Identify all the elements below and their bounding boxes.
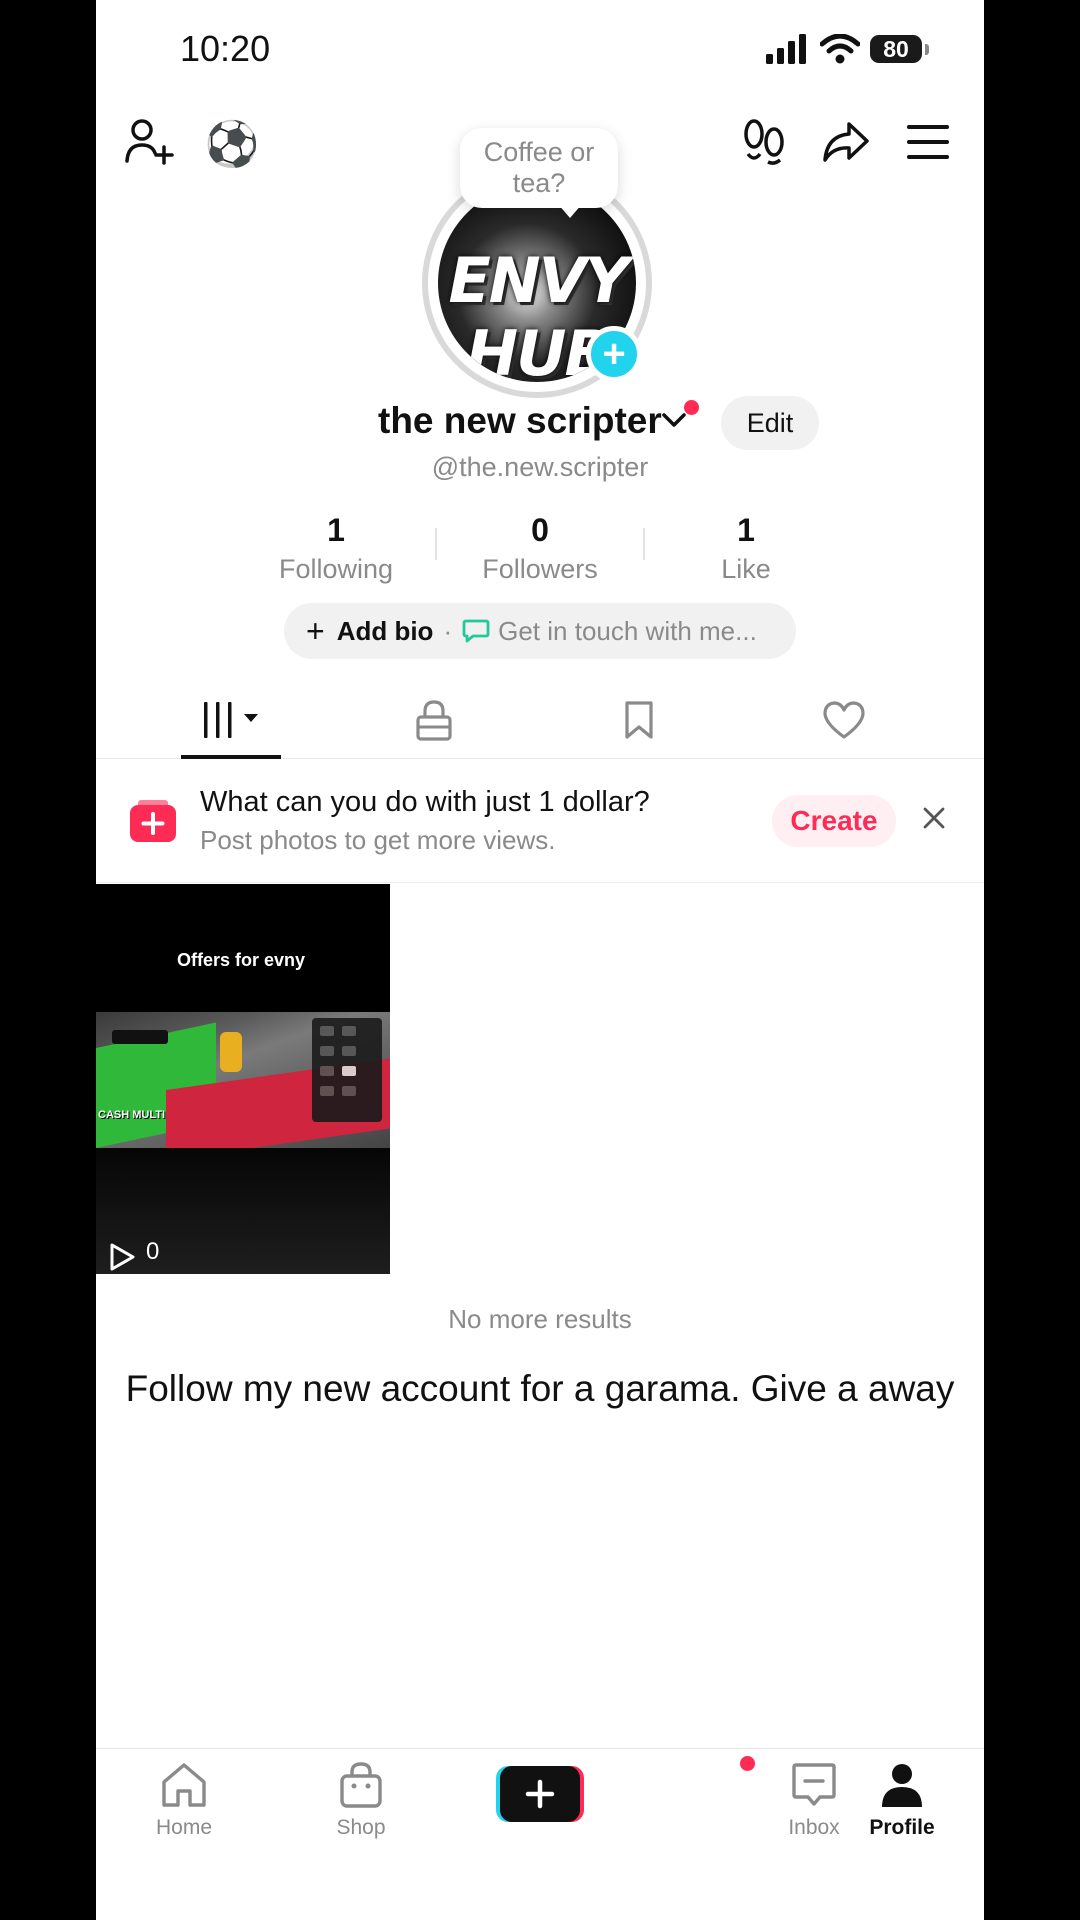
get-in-touch-label[interactable]: Get in touch with me... xyxy=(498,616,757,647)
note-bubble-tail xyxy=(558,204,582,218)
promo-subtitle: Post photos to get more views. xyxy=(200,825,556,855)
bookmark-icon xyxy=(625,701,653,739)
bio-separator: · xyxy=(443,615,453,646)
note-bubble[interactable]: Coffee or tea? xyxy=(460,128,618,208)
video-title-text: Offers for evny xyxy=(176,950,306,970)
lock-icon xyxy=(416,700,452,741)
photo-stack-icon xyxy=(130,800,176,842)
menu-icon[interactable] xyxy=(900,114,956,170)
chevron-down-icon[interactable] xyxy=(661,412,687,433)
play-icon xyxy=(108,1242,136,1274)
game-side-panel xyxy=(312,1018,382,1122)
heart-icon xyxy=(823,701,865,739)
promo-title: What can you do with just 1 dollar? xyxy=(200,786,650,818)
shopping-bag-icon xyxy=(301,1760,421,1810)
following-label: Following xyxy=(278,554,394,584)
edit-profile-button[interactable]: Edit xyxy=(721,396,819,450)
add-bio-label[interactable]: Add bio xyxy=(337,616,434,647)
likes-stat[interactable]: 1 Like xyxy=(642,510,850,586)
profile-screen: 10:20 80 ⚽ ENVY HUB + Coffee or tea? the… xyxy=(96,0,984,1920)
create-post-button[interactable] xyxy=(496,1766,584,1822)
close-icon[interactable] xyxy=(922,806,946,835)
promo-divider xyxy=(96,882,984,883)
followers-stat[interactable]: 0 Followers xyxy=(436,510,644,586)
cash-multi-label: CASH MULTI xyxy=(98,1109,166,1121)
video-thumbnail[interactable]: Offers for evny CASH MULTI 0 xyxy=(96,884,390,1274)
tab-private[interactable] xyxy=(374,690,494,750)
create-button[interactable]: Create xyxy=(772,795,896,847)
tab-videos[interactable] xyxy=(172,690,292,750)
following-count: 1 xyxy=(327,512,345,548)
signal-icon xyxy=(766,34,810,69)
nav-home[interactable]: Home xyxy=(124,1760,244,1840)
chat-bubble-icon xyxy=(462,618,490,644)
nav-shop-label: Shop xyxy=(336,1816,386,1839)
notification-dot xyxy=(684,400,699,415)
add-avatar-button[interactable]: + xyxy=(586,326,642,382)
footprints-icon[interactable] xyxy=(736,114,792,170)
bio-pill[interactable]: + Add bio · Get in touch with me... xyxy=(284,603,796,659)
plus-icon: + xyxy=(306,613,325,649)
nav-profile-label: Profile xyxy=(869,1816,935,1839)
display-name[interactable]: the new scripter xyxy=(378,400,662,442)
no-more-results: No more results xyxy=(448,1304,632,1334)
likes-label: Like xyxy=(721,554,771,584)
inbox-notification-dot xyxy=(738,1754,757,1773)
followers-count: 0 xyxy=(531,512,549,548)
soccer-ball-emoji[interactable]: ⚽ xyxy=(204,116,260,172)
nav-home-label: Home xyxy=(155,1816,213,1839)
battery-tip xyxy=(925,44,929,55)
overlay-caption: Follow my new account for a garama. Give… xyxy=(125,1368,955,1409)
tab-liked[interactable] xyxy=(784,690,904,750)
home-icon xyxy=(124,1760,244,1810)
following-stat[interactable]: 1 Following xyxy=(232,510,440,586)
followers-label: Followers xyxy=(482,554,598,584)
likes-count: 1 xyxy=(737,512,755,548)
game-character xyxy=(220,1032,242,1072)
add-friend-icon[interactable] xyxy=(122,114,178,170)
wifi-icon xyxy=(819,33,861,69)
share-icon[interactable] xyxy=(818,114,874,170)
game-screenshot: CASH MULTI xyxy=(96,1012,390,1148)
username-handle: @the.new.scripter xyxy=(431,452,649,482)
nav-divider xyxy=(96,1748,984,1749)
nav-profile[interactable]: Profile xyxy=(842,1760,962,1840)
battery-indicator: 80 xyxy=(870,35,922,63)
active-tab-indicator xyxy=(181,755,281,759)
tab-saved[interactable] xyxy=(579,690,699,750)
game-top-bar xyxy=(112,1030,168,1044)
nav-shop[interactable]: Shop xyxy=(301,1760,421,1840)
view-count: 0 xyxy=(146,1238,160,1265)
person-icon xyxy=(842,1760,962,1810)
videos-grid-icon xyxy=(204,702,258,738)
status-time: 10:20 xyxy=(180,28,271,69)
